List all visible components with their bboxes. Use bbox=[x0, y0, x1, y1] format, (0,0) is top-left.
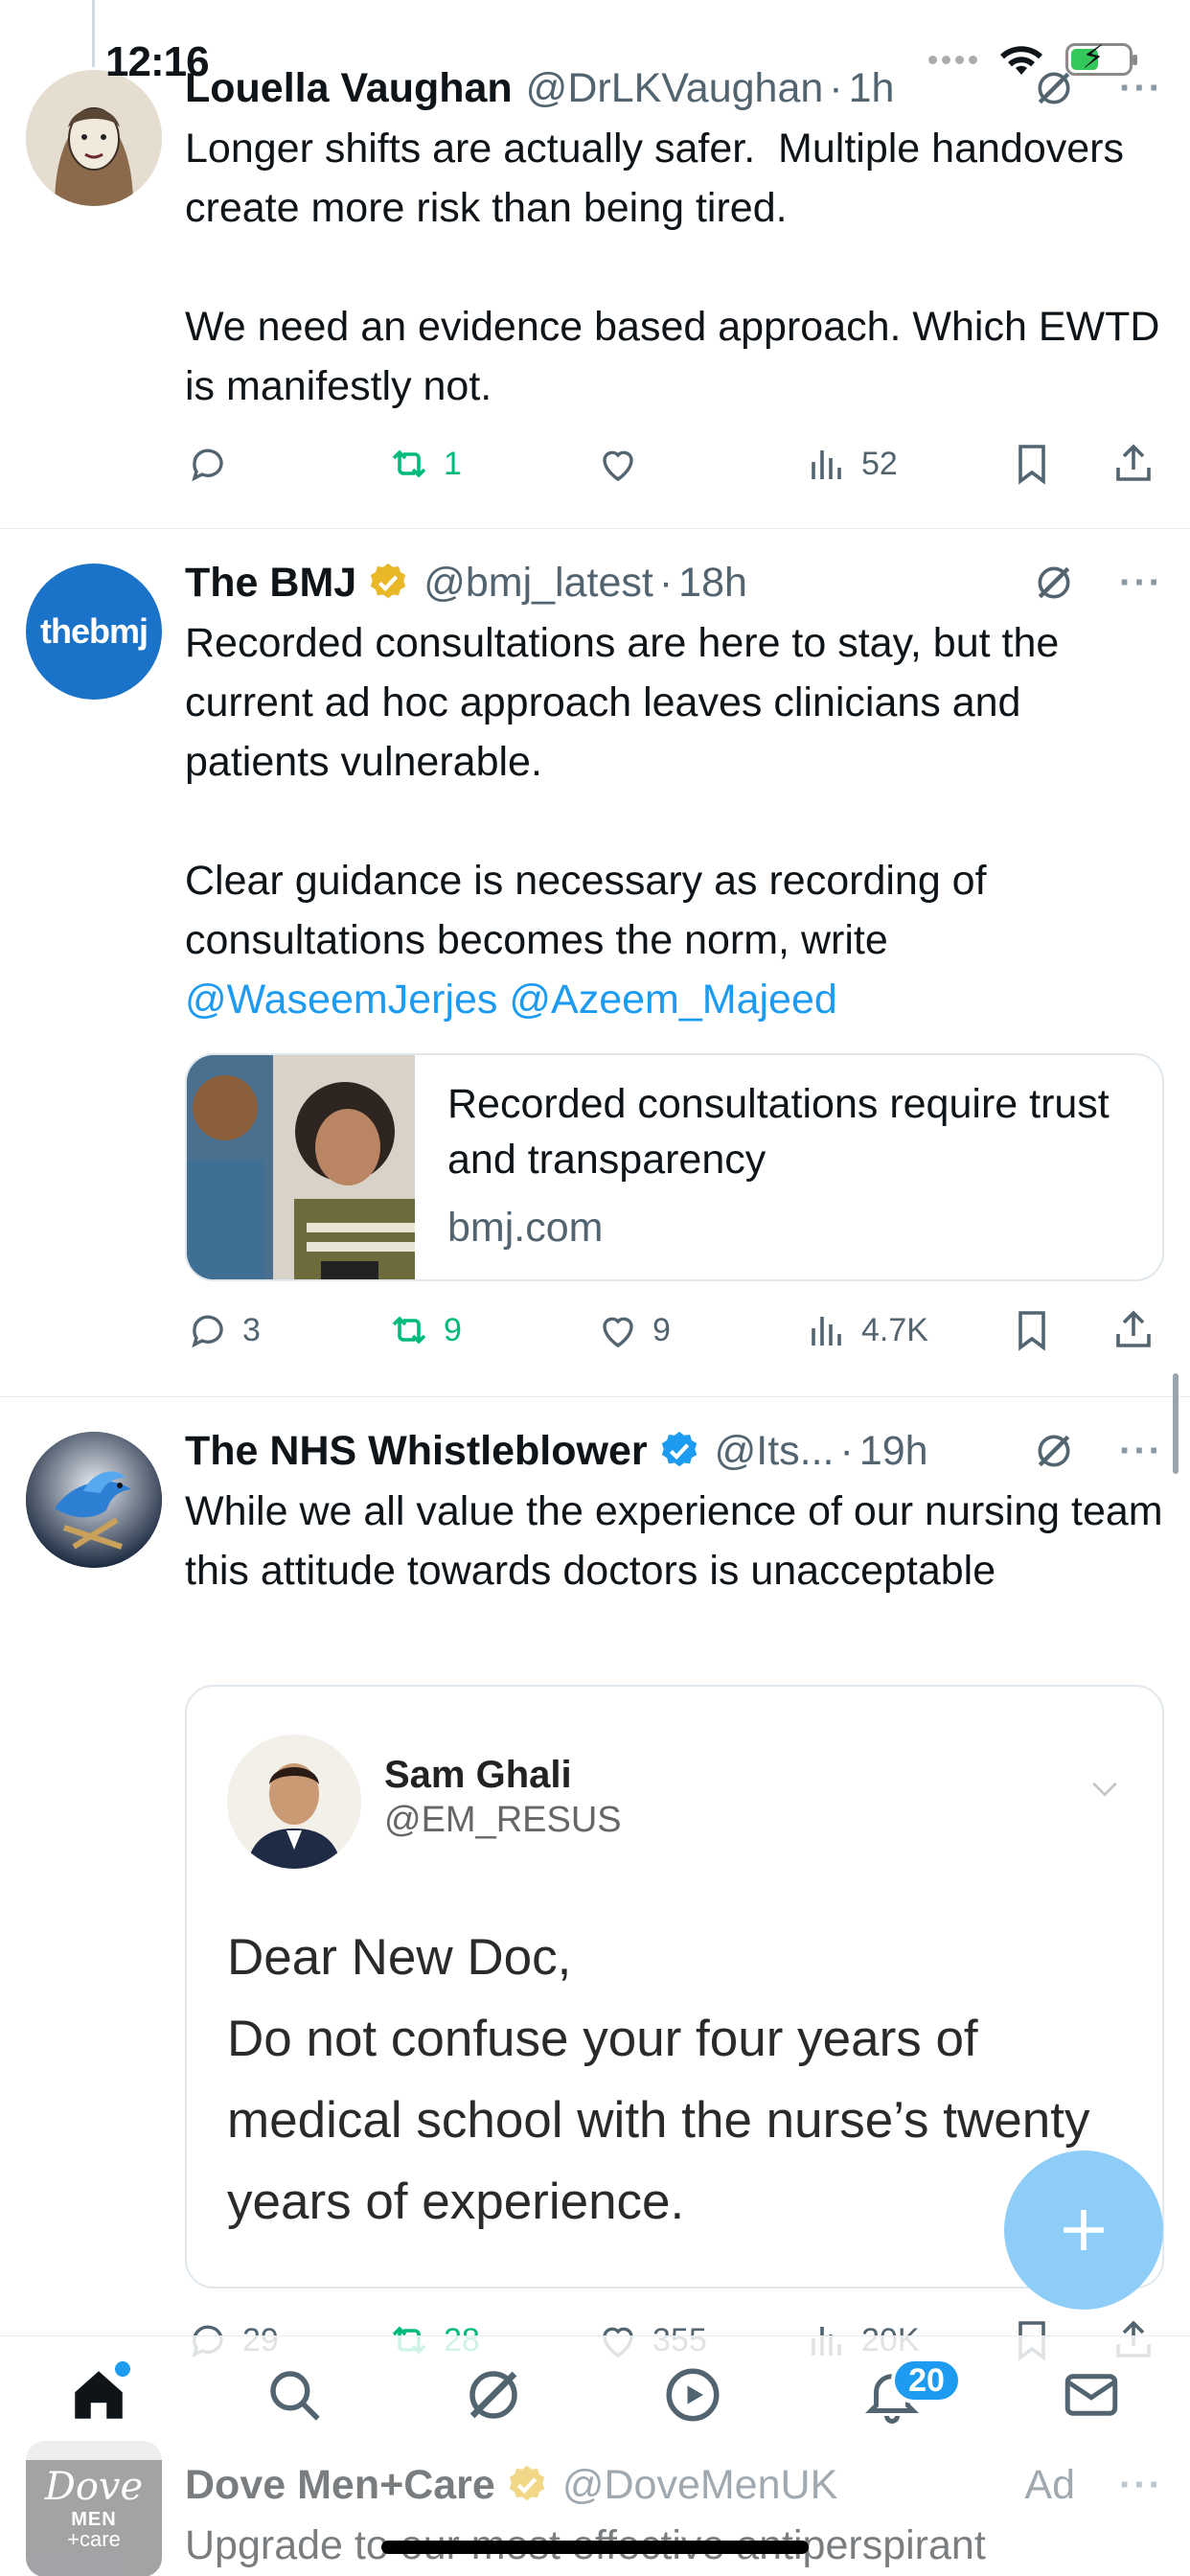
consultation-photo-icon bbox=[187, 1055, 415, 1279]
cellular-signal-icon bbox=[928, 55, 977, 64]
search-icon bbox=[270, 2371, 320, 2421]
link-domain: bmj.com bbox=[447, 1205, 604, 1251]
link-title: Recorded consultations require trust and… bbox=[447, 1081, 1110, 1183]
tweet[interactable]: The NHS Whistleblower @Its... · 19h ··· … bbox=[0, 1397, 1190, 2431]
link-card[interactable]: Recorded consultations require trust and… bbox=[185, 1053, 1164, 1281]
reply-count: 3 bbox=[242, 1311, 261, 1348]
views-count: 4.7K bbox=[861, 1311, 928, 1348]
bottom-tab-bar bbox=[0, 2335, 1190, 2460]
retweet-button[interactable]: 1 bbox=[386, 441, 462, 487]
quoted-text: Dear New Doc, Do not confuse your four y… bbox=[227, 1929, 1090, 2230]
retweet-count: 9 bbox=[444, 1311, 462, 1348]
retweet-icon bbox=[392, 449, 426, 478]
views-icon bbox=[812, 450, 841, 479]
like-icon bbox=[603, 450, 633, 482]
tweet-text: Longer shifts are actually safer. Multip… bbox=[185, 126, 1160, 409]
reply-button[interactable]: 3 bbox=[185, 1307, 261, 1353]
like-button[interactable]: 9 bbox=[595, 1307, 671, 1353]
advertiser-logo[interactable]: Dove MEN +care bbox=[26, 2441, 162, 2576]
quoted-name: Sam Ghali bbox=[384, 1754, 572, 1796]
tweet-text: While we all value the experience of our… bbox=[185, 1488, 1175, 1594]
portrait-icon bbox=[227, 1735, 361, 1869]
tab-search[interactable] bbox=[261, 2361, 328, 2428]
tweet[interactable]: thebmj The BMJ @bmj_latest · 18h ··· Rec… bbox=[0, 529, 1190, 1397]
status-bar: 12:16 ⚡ bbox=[0, 0, 1190, 96]
status-time: 12:16 bbox=[105, 38, 210, 85]
share-icon bbox=[1116, 1310, 1151, 1347]
bookmark-icon bbox=[1018, 445, 1045, 485]
more-icon[interactable]: ··· bbox=[1119, 2464, 1163, 2507]
tweet-time[interactable]: 19h bbox=[859, 1428, 928, 1475]
retweet-icon bbox=[392, 1316, 426, 1345]
bookmark-icon bbox=[1018, 1311, 1045, 1351]
verified-blue-icon bbox=[661, 1431, 697, 1467]
avatar[interactable] bbox=[26, 1432, 162, 1568]
tweet-text: Recorded consultations are here to stay,… bbox=[185, 613, 1163, 1029]
tab-messages[interactable] bbox=[1058, 2361, 1125, 2428]
separator-dot: · bbox=[658, 559, 674, 606]
like-count: 9 bbox=[652, 1311, 671, 1348]
quoted-handle: @EM_RESUS bbox=[384, 1800, 622, 1840]
views-count: 52 bbox=[861, 445, 898, 482]
author-handle[interactable]: @bmj_latest bbox=[423, 560, 653, 607]
bird-icon bbox=[26, 1432, 162, 1568]
video-icon bbox=[666, 2368, 720, 2422]
home-indicator[interactable] bbox=[381, 2541, 809, 2554]
author-name[interactable]: The NHS Whistleblower bbox=[185, 1428, 648, 1475]
compose-button[interactable] bbox=[1004, 2150, 1163, 2310]
views-button[interactable]: 4.7K bbox=[804, 1307, 928, 1353]
author-handle[interactable]: @DoveMenUK bbox=[562, 2462, 837, 2509]
share-button[interactable] bbox=[1110, 1307, 1156, 1353]
author-name[interactable]: Dove Men+Care bbox=[185, 2462, 495, 2509]
retweet-button[interactable]: 9 bbox=[386, 1307, 462, 1353]
ad-label: Ad bbox=[1024, 2461, 1076, 2508]
messages-icon bbox=[1064, 2374, 1118, 2416]
grok-icon[interactable] bbox=[1033, 1430, 1075, 1472]
author-handle[interactable]: @Its... bbox=[715, 1428, 835, 1475]
share-button[interactable] bbox=[1110, 441, 1156, 487]
grok-icon[interactable] bbox=[1033, 562, 1075, 604]
share-icon bbox=[1116, 444, 1151, 481]
tweet-actions: 3 9 9 4.7K bbox=[185, 1301, 1163, 1359]
quoted-avatar bbox=[227, 1735, 361, 1869]
verified-gold-icon bbox=[370, 563, 406, 599]
tweet-actions: 1 52 bbox=[185, 435, 1163, 493]
chevron-down-icon bbox=[1092, 1782, 1117, 1797]
status-icons: ⚡ bbox=[928, 39, 1137, 77]
mention-link[interactable]: @WaseemJerjes bbox=[185, 977, 497, 1023]
tweet-time[interactable]: 18h bbox=[678, 560, 747, 607]
reply-icon bbox=[192, 1315, 223, 1348]
tab-video[interactable] bbox=[659, 2361, 726, 2428]
bmj-logo: thebmj bbox=[39, 611, 149, 651]
retweet-count: 1 bbox=[444, 445, 462, 482]
reply-button[interactable] bbox=[185, 441, 242, 487]
author-name[interactable]: The BMJ bbox=[185, 560, 356, 607]
verified-gold-icon bbox=[509, 2465, 545, 2501]
home-unread-dot bbox=[115, 2361, 130, 2377]
grok-icon bbox=[469, 2371, 517, 2419]
reply-icon bbox=[192, 448, 223, 482]
tab-grok[interactable] bbox=[460, 2361, 527, 2428]
more-icon[interactable]: ··· bbox=[1119, 562, 1163, 605]
notifications-badge: 20 bbox=[891, 2358, 962, 2404]
link-thumbnail bbox=[187, 1055, 415, 1279]
tweet-text-body: Recorded consultations are here to stay,… bbox=[185, 620, 1060, 963]
views-icon bbox=[812, 1317, 841, 1346]
mention-link[interactable]: @Azeem_Majeed bbox=[509, 977, 836, 1023]
bookmark-button[interactable] bbox=[1009, 1307, 1055, 1353]
wifi-icon bbox=[1000, 46, 1042, 75]
views-button[interactable]: 52 bbox=[804, 441, 898, 487]
battery-icon: ⚡ bbox=[1065, 39, 1137, 76]
like-button[interactable] bbox=[595, 441, 652, 487]
scrollbar[interactable] bbox=[1173, 1373, 1179, 1474]
like-icon bbox=[603, 1317, 633, 1348]
avatar[interactable]: thebmj bbox=[26, 564, 162, 700]
compose-icon bbox=[1064, 2210, 1104, 2250]
more-icon[interactable]: ··· bbox=[1119, 1430, 1163, 1473]
bookmark-button[interactable] bbox=[1009, 441, 1055, 487]
separator-dot: · bbox=[839, 1427, 854, 1474]
